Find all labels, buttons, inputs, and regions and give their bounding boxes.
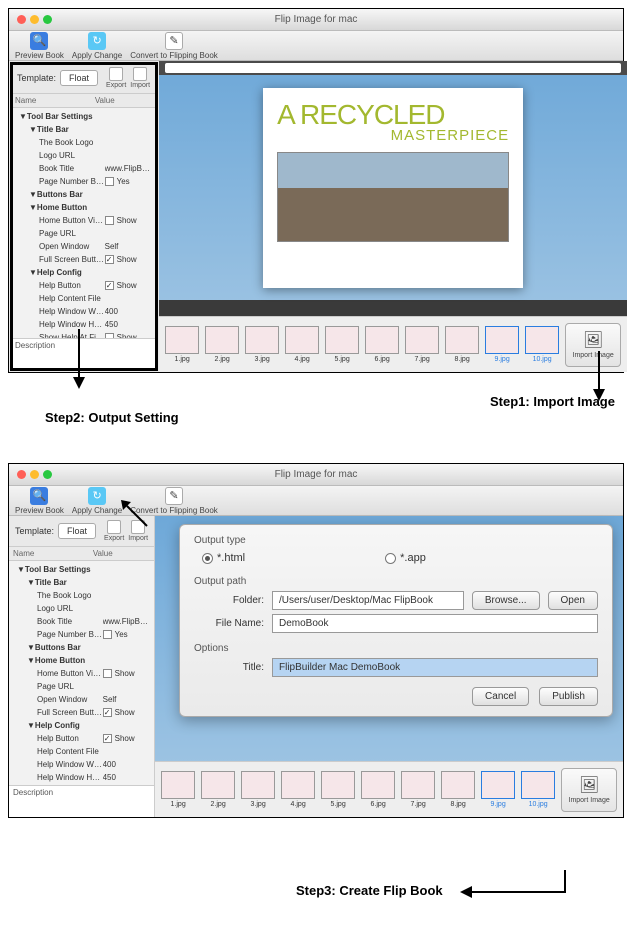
setting-row[interactable]: Help ButtonShow (13, 732, 150, 745)
setting-row[interactable]: Book Titlewww.FlipBuilde... (15, 162, 152, 175)
thumbnail[interactable]: 2.jpg (205, 326, 239, 363)
settings-sidebar: Template: Float Export Import NameValue … (11, 63, 157, 370)
publish-button[interactable]: Publish (539, 687, 598, 706)
flipbook-preview[interactable]: A RECYCLED MASTERPIECE (263, 88, 523, 288)
template-select[interactable]: Float (60, 70, 98, 86)
publish-dialog: Output type *.html *.app Output path Fol… (179, 524, 613, 717)
traffic-lights (17, 470, 52, 479)
setting-row[interactable]: Open WindowSelf (13, 693, 150, 706)
preview-book-button[interactable]: 🔍Preview Book (15, 487, 64, 515)
preview-area: A RECYCLED MASTERPIECE 1.jpg2.jpg3.jpg4.… (159, 61, 627, 372)
output-type-label: Output type (194, 535, 598, 546)
thumbnail[interactable]: 10.jpg (525, 326, 559, 363)
setting-row[interactable]: Full Screen ButtonShow (13, 706, 150, 719)
open-button[interactable]: Open (548, 591, 598, 610)
thumbnail[interactable]: 6.jpg (365, 326, 399, 363)
thumbnail[interactable]: 2.jpg (201, 771, 235, 808)
thumbnail[interactable]: 1.jpg (165, 326, 199, 363)
setting-row[interactable]: Home Button VisibleShow (13, 667, 150, 680)
player-bar[interactable] (159, 300, 627, 316)
apply-change-button[interactable]: ↻Apply Change (72, 487, 122, 515)
thumbnail[interactable]: 4.jpg (281, 771, 315, 808)
folder-input[interactable]: /Users/user/Desktop/Mac FlipBook (272, 591, 464, 610)
setting-row[interactable]: Help ButtonShow (15, 279, 152, 292)
setting-row[interactable]: Book Titlewww.FlipBuilde... (13, 615, 150, 628)
thumbnail[interactable]: 6.jpg (361, 771, 395, 808)
column-headers: NameValue (11, 94, 156, 108)
radio-app[interactable]: *.app (385, 552, 426, 564)
thumbnail[interactable]: 3.jpg (241, 771, 275, 808)
thumbnail[interactable]: 9.jpg (481, 771, 515, 808)
output-path-label: Output path (194, 576, 598, 587)
step3-caption: Step3: Create Flip Book (296, 883, 443, 898)
setting-row[interactable]: Page Number Box On...Yes (15, 175, 152, 188)
browse-button[interactable]: Browse... (472, 591, 540, 610)
settings-tree[interactable]: ▼Tool Bar Settings▼Title BarThe Book Log… (11, 108, 156, 338)
thumbnail-strip: 1.jpg2.jpg3.jpg4.jpg5.jpg6.jpg7.jpg8.jpg… (159, 316, 627, 372)
template-select[interactable]: Float (58, 523, 96, 539)
setting-row[interactable]: Logo URL (15, 149, 152, 162)
thumbnail[interactable]: 7.jpg (405, 326, 439, 363)
filename-input[interactable]: DemoBook (272, 614, 598, 633)
thumbnail[interactable]: 7.jpg (401, 771, 435, 808)
setting-row[interactable]: Help Content File (15, 292, 152, 305)
thumbnail[interactable]: 8.jpg (441, 771, 475, 808)
setting-row[interactable]: Help Content File (13, 745, 150, 758)
window-titlebar: Flip Image for mac (9, 9, 623, 31)
thumbnail[interactable]: 3.jpg (245, 326, 279, 363)
folder-label: Folder: (194, 595, 264, 606)
setting-row[interactable]: Page Number Box On...Yes (13, 628, 150, 641)
traffic-lights (17, 15, 52, 24)
thumbnail-strip: 1.jpg2.jpg3.jpg4.jpg5.jpg6.jpg7.jpg8.jpg… (155, 761, 623, 817)
thumbnail[interactable]: 1.jpg (161, 771, 195, 808)
import-button[interactable]: Import (130, 67, 150, 89)
thumbnail[interactable]: 4.jpg (285, 326, 319, 363)
description-panel: Description (9, 785, 154, 817)
setting-row[interactable]: The Book Logo (15, 136, 152, 149)
template-label: Template: (15, 526, 54, 536)
cancel-button[interactable]: Cancel (472, 687, 529, 706)
setting-row[interactable]: Home Button VisibleShow (15, 214, 152, 227)
window-title: Flip Image for mac (275, 14, 358, 25)
thumbnail[interactable]: 5.jpg (321, 771, 355, 808)
settings-tree[interactable]: ▼Tool Bar Settings▼Title BarThe Book Log… (9, 561, 154, 785)
options-label: Options (194, 643, 598, 654)
book-photo (277, 152, 509, 242)
thumbnail[interactable]: 5.jpg (325, 326, 359, 363)
window-title: Flip Image for mac (275, 469, 358, 480)
thumbnail[interactable]: 9.jpg (485, 326, 519, 363)
setting-row[interactable]: Open WindowSelf (15, 240, 152, 253)
settings-sidebar: Template: Float Export Import NameValue … (9, 516, 155, 817)
setting-row[interactable]: Page URL (13, 680, 150, 693)
setting-row[interactable]: Page URL (15, 227, 152, 240)
browser-bar (159, 61, 627, 75)
template-row: Template: Float Export Import (11, 63, 156, 94)
book-title: A RECYCLED (277, 102, 509, 127)
convert-button[interactable]: ✎Convert to Flipping Book (130, 32, 218, 60)
title-input[interactable]: FlipBuilder Mac DemoBook (272, 658, 598, 677)
preview-book-button[interactable]: 🔍Preview Book (15, 32, 64, 60)
setting-row[interactable]: Full Screen ButtonShow (15, 253, 152, 266)
step2-caption: Step2: Output Setting (45, 410, 179, 425)
thumbnail[interactable]: 8.jpg (445, 326, 479, 363)
import-image-button[interactable]: 🖼Import Image (561, 768, 617, 812)
setting-row[interactable]: Logo URL (13, 602, 150, 615)
thumbnail[interactable]: 10.jpg (521, 771, 555, 808)
title-label: Title: (194, 662, 264, 673)
setting-row[interactable]: Help Window Height450 (13, 771, 150, 784)
setting-row[interactable]: Help Window Width400 (15, 305, 152, 318)
filename-label: File Name: (194, 618, 264, 629)
column-headers: NameValue (9, 547, 154, 561)
main-toolbar: 🔍Preview Book ↻Apply Change ✎Convert to … (9, 31, 623, 61)
template-label: Template: (17, 73, 56, 83)
radio-html[interactable]: *.html (202, 552, 245, 564)
window-titlebar: Flip Image for mac (9, 464, 623, 486)
export-button[interactable]: Export (106, 67, 126, 89)
main-toolbar: 🔍Preview Book ↻Apply Change ✎Convert to … (9, 486, 623, 516)
setting-row[interactable]: The Book Logo (13, 589, 150, 602)
apply-change-button[interactable]: ↻Apply Change (72, 32, 122, 60)
setting-row[interactable]: Help Window Width400 (13, 758, 150, 771)
